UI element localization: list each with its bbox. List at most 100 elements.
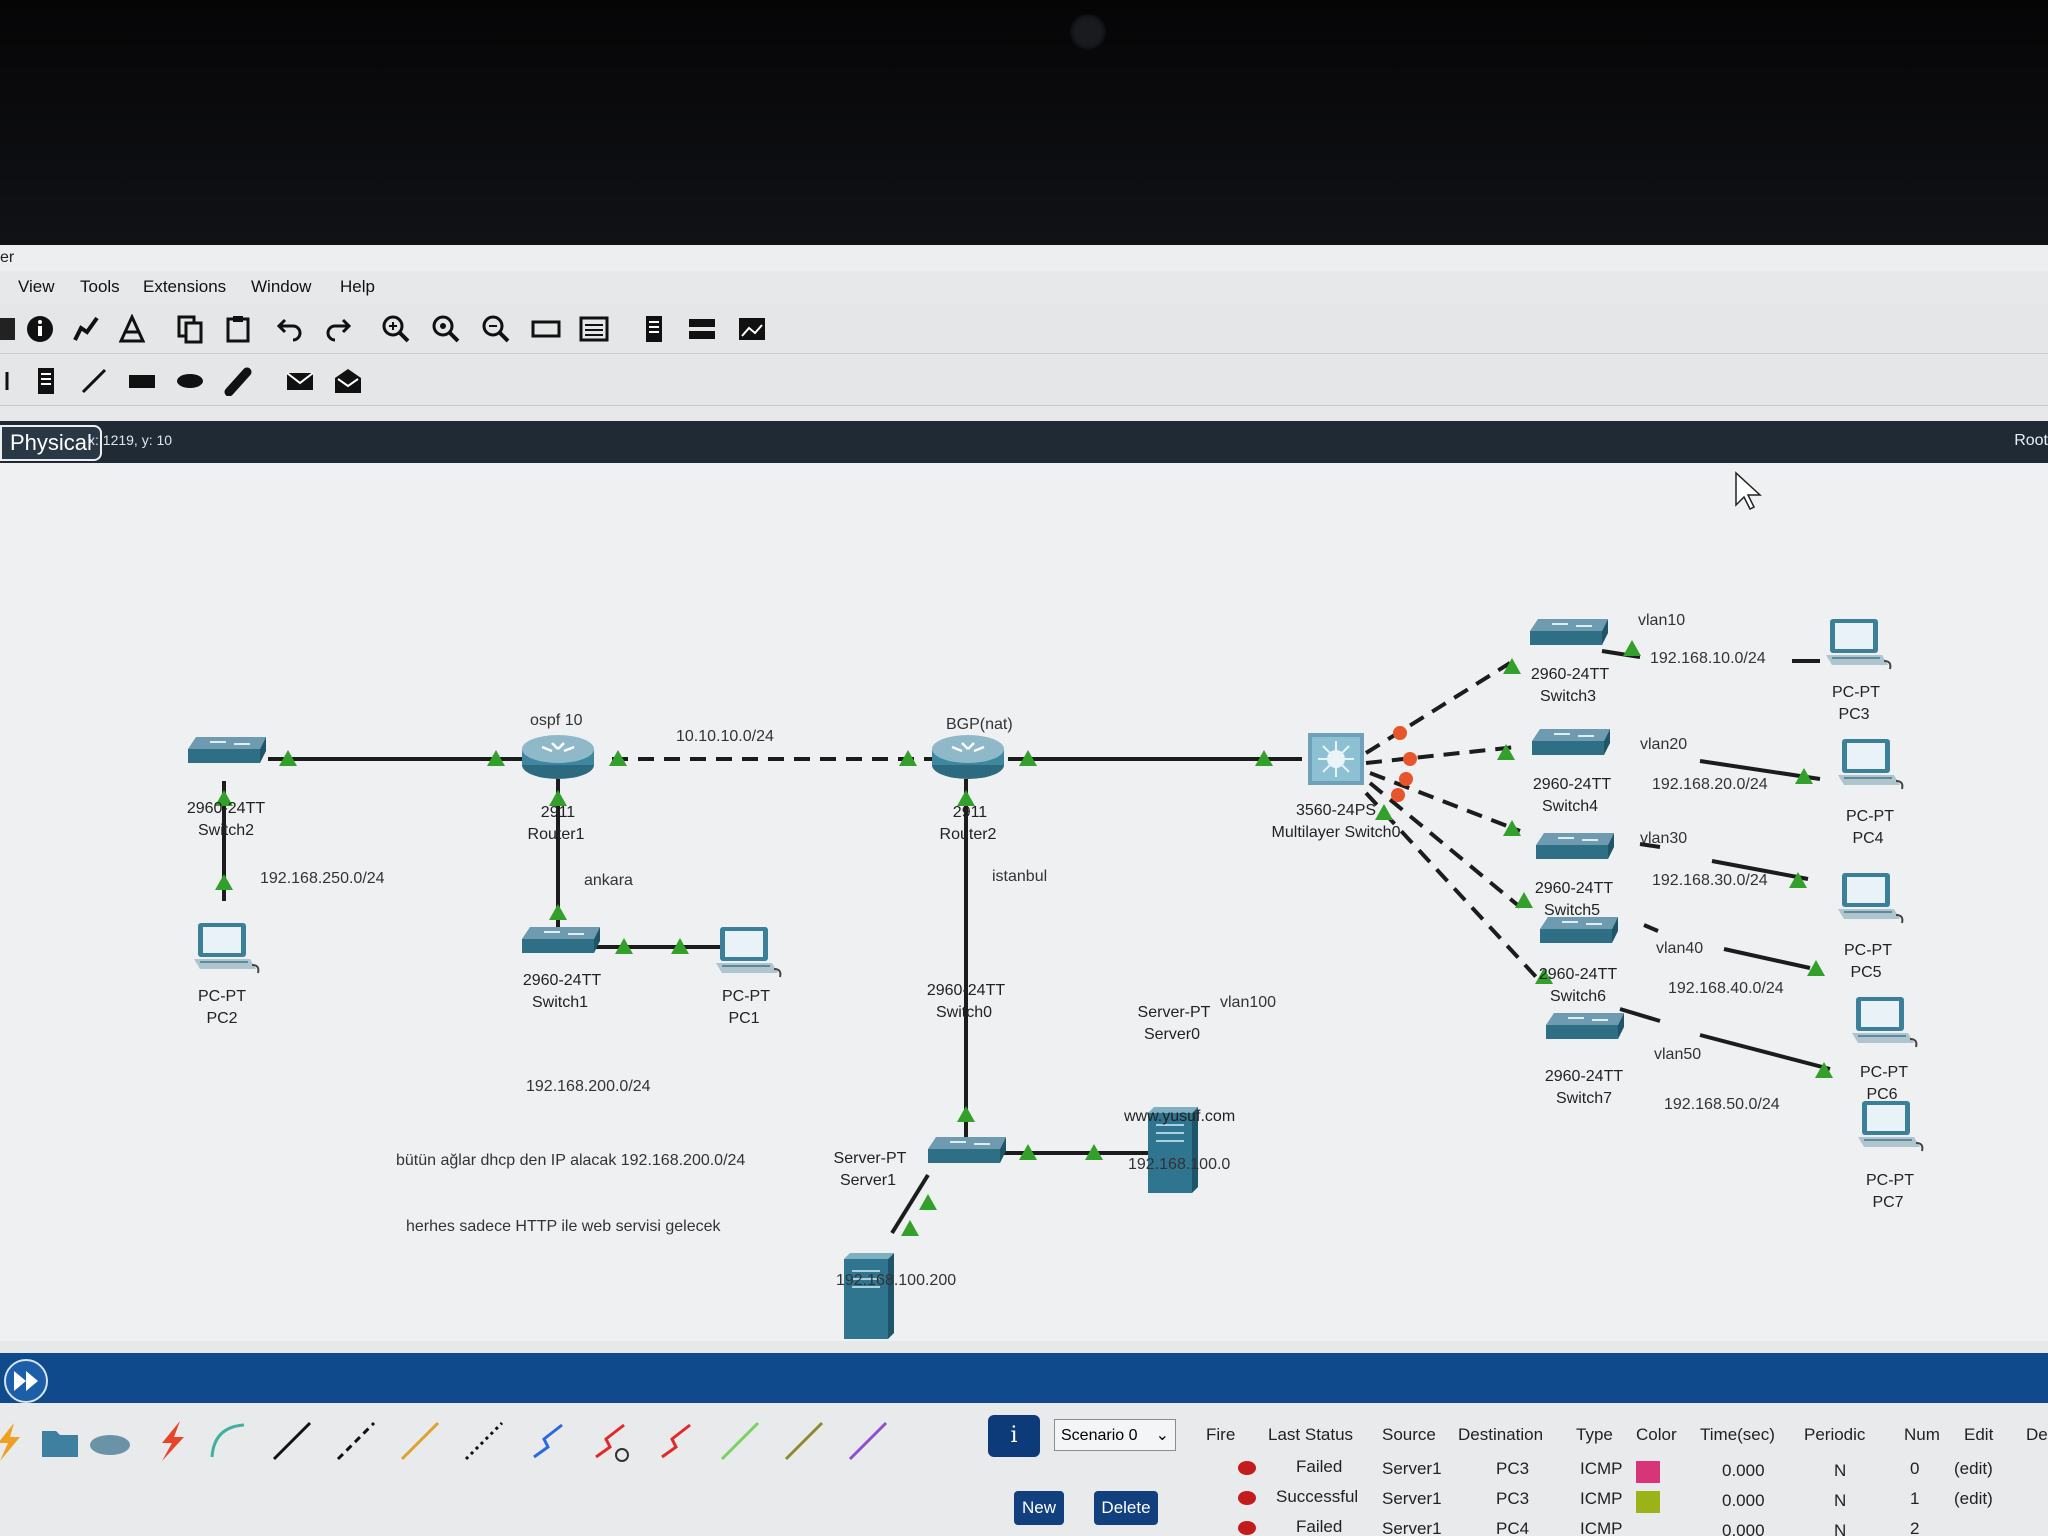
mouse-cursor-icon bbox=[1735, 471, 1762, 511]
serial-dte-icon[interactable] bbox=[652, 1417, 700, 1465]
switch-icon bbox=[187, 736, 267, 764]
row-edit-link[interactable]: (edit) bbox=[1954, 1489, 1993, 1509]
octal-cable-icon[interactable] bbox=[716, 1417, 764, 1465]
row-num: 0 bbox=[1910, 1459, 1920, 1478]
zoom-in-icon[interactable] bbox=[380, 313, 412, 345]
root-label[interactable]: Root bbox=[2014, 432, 2048, 450]
pdu-list-icon[interactable] bbox=[686, 313, 718, 345]
pc1 bbox=[715, 926, 782, 978]
label-net-50: 192.168.50.0/24 bbox=[1664, 1096, 1780, 1113]
draw-line-icon[interactable] bbox=[78, 365, 110, 397]
custom-device-icon[interactable] bbox=[578, 313, 610, 345]
add-complex-pdu-icon[interactable] bbox=[332, 365, 364, 397]
label-vlan20: vlan20 bbox=[1640, 736, 1687, 753]
switch5-model: 2960-24TT bbox=[1535, 880, 1613, 897]
router1 bbox=[520, 733, 596, 781]
label-domain: www.yusuf.com bbox=[1123, 1108, 1235, 1125]
console-cable-icon[interactable] bbox=[204, 1417, 252, 1465]
pc4 bbox=[1837, 738, 1904, 790]
row-status: Successful bbox=[1276, 1487, 1359, 1506]
menu-extensions[interactable]: Extensions bbox=[143, 277, 226, 297]
menu-help[interactable]: Help bbox=[340, 277, 375, 297]
switch6-model: 2960-24TT bbox=[1539, 966, 1617, 983]
undo-icon[interactable] bbox=[274, 313, 306, 345]
col-fire: Fire bbox=[1206, 1425, 1236, 1444]
add-simple-pdu-icon[interactable] bbox=[284, 365, 316, 397]
scenario-info-button[interactable]: i bbox=[988, 1415, 1040, 1457]
connections-category-icon[interactable] bbox=[0, 1417, 32, 1465]
draw-ellipse-icon[interactable] bbox=[174, 365, 206, 397]
row-edit-link[interactable]: (edit) bbox=[1954, 1459, 1993, 1479]
paste-icon[interactable] bbox=[222, 313, 254, 345]
mls-name: Multilayer Switch0 bbox=[1272, 824, 1401, 841]
col-edit: Edit bbox=[1964, 1425, 1994, 1444]
row-type: ICMP bbox=[1580, 1519, 1623, 1536]
server1-name: Server1 bbox=[840, 1172, 896, 1189]
components-category-icon[interactable] bbox=[36, 1417, 84, 1465]
pc6-name: PC6 bbox=[1866, 1086, 1897, 1103]
tab-physical[interactable]: Physical bbox=[0, 425, 102, 461]
copper-straight-icon[interactable] bbox=[268, 1417, 316, 1465]
network-topology: 2960-24TT Switch2 2911 Router1 2911 Rout… bbox=[187, 471, 1924, 1340]
link-mls-switch3 bbox=[1364, 661, 1512, 755]
link-switch7-pc7 bbox=[1619, 1007, 1831, 1071]
menu-window[interactable]: Window bbox=[251, 277, 311, 297]
fire-dot-icon[interactable] bbox=[1238, 1491, 1256, 1505]
coaxial-icon[interactable] bbox=[524, 1417, 572, 1465]
indicator-down bbox=[1393, 726, 1407, 740]
new-scenario-button[interactable]: New bbox=[1014, 1491, 1064, 1525]
row-periodic: N bbox=[1834, 1521, 1847, 1536]
fast-forward-button[interactable] bbox=[4, 1359, 48, 1403]
activity-wizard-icon[interactable] bbox=[116, 313, 148, 345]
draw-rectangle-icon[interactable] bbox=[126, 365, 158, 397]
monitor-bezel bbox=[0, 0, 2048, 245]
label-bgp: BGP(nat) bbox=[946, 716, 1013, 733]
row-status: Failed bbox=[1296, 1457, 1343, 1476]
fire-dot-icon[interactable] bbox=[1238, 1461, 1256, 1475]
save-icon[interactable] bbox=[0, 313, 20, 345]
pc5 bbox=[1837, 872, 1904, 924]
cloud-category-icon[interactable] bbox=[86, 1417, 134, 1465]
fire-dot-icon[interactable] bbox=[1238, 1521, 1256, 1535]
pc7-model: PC-PT bbox=[1866, 1172, 1914, 1189]
auto-connect-icon[interactable] bbox=[148, 1417, 196, 1465]
note-icon[interactable] bbox=[30, 365, 62, 397]
label-server1-ip: 192.168.100.200 bbox=[836, 1272, 956, 1289]
fast-forward-icon bbox=[14, 1371, 38, 1391]
logical-workspace[interactable]: 2960-24TT Switch2 2911 Router1 2911 Rout… bbox=[0, 463, 2048, 1341]
iot-cable-icon[interactable] bbox=[780, 1417, 828, 1465]
copy-icon[interactable] bbox=[174, 313, 206, 345]
row-source: Server1 bbox=[1382, 1519, 1442, 1536]
zoom-reset-icon[interactable] bbox=[430, 313, 462, 345]
screenshot-icon[interactable] bbox=[736, 313, 768, 345]
pc1-name: PC1 bbox=[728, 1010, 759, 1027]
pc2-model: PC-PT bbox=[198, 988, 246, 1005]
menu-tools[interactable]: Tools bbox=[80, 277, 120, 297]
serial-dce-icon[interactable] bbox=[586, 1417, 634, 1465]
redo-icon[interactable] bbox=[322, 313, 354, 345]
copper-cross-icon[interactable] bbox=[332, 1417, 380, 1465]
label-link-10: 10.10.10.0/24 bbox=[676, 728, 774, 745]
select-icon[interactable] bbox=[0, 365, 18, 397]
pc3-name: PC3 bbox=[1838, 706, 1869, 723]
pc6 bbox=[1851, 996, 1918, 1048]
indicator-up bbox=[1623, 640, 1641, 656]
menu-view[interactable]: View bbox=[18, 277, 55, 297]
fiber-icon[interactable] bbox=[396, 1417, 444, 1465]
row-destination: PC3 bbox=[1496, 1459, 1530, 1478]
pc7 bbox=[1857, 1100, 1924, 1152]
network-info-icon[interactable] bbox=[70, 313, 102, 345]
palette-icon[interactable] bbox=[530, 313, 562, 345]
zoom-out-icon[interactable] bbox=[480, 313, 512, 345]
drawing-toolbar bbox=[0, 355, 2048, 406]
scenario-select[interactable]: Scenario 0 ⌄ bbox=[1054, 1419, 1176, 1451]
freeform-icon[interactable] bbox=[222, 365, 254, 397]
phone-cable-icon[interactable] bbox=[460, 1417, 508, 1465]
delete-scenario-button[interactable]: Delete bbox=[1094, 1491, 1158, 1525]
notes-icon[interactable] bbox=[638, 313, 670, 345]
info-icon[interactable] bbox=[24, 313, 56, 345]
usb-cable-icon[interactable] bbox=[844, 1417, 892, 1465]
window-title: er bbox=[0, 249, 15, 266]
simulation-bar bbox=[0, 1353, 2048, 1403]
chevron-down-icon: ⌄ bbox=[1155, 1427, 1169, 1444]
